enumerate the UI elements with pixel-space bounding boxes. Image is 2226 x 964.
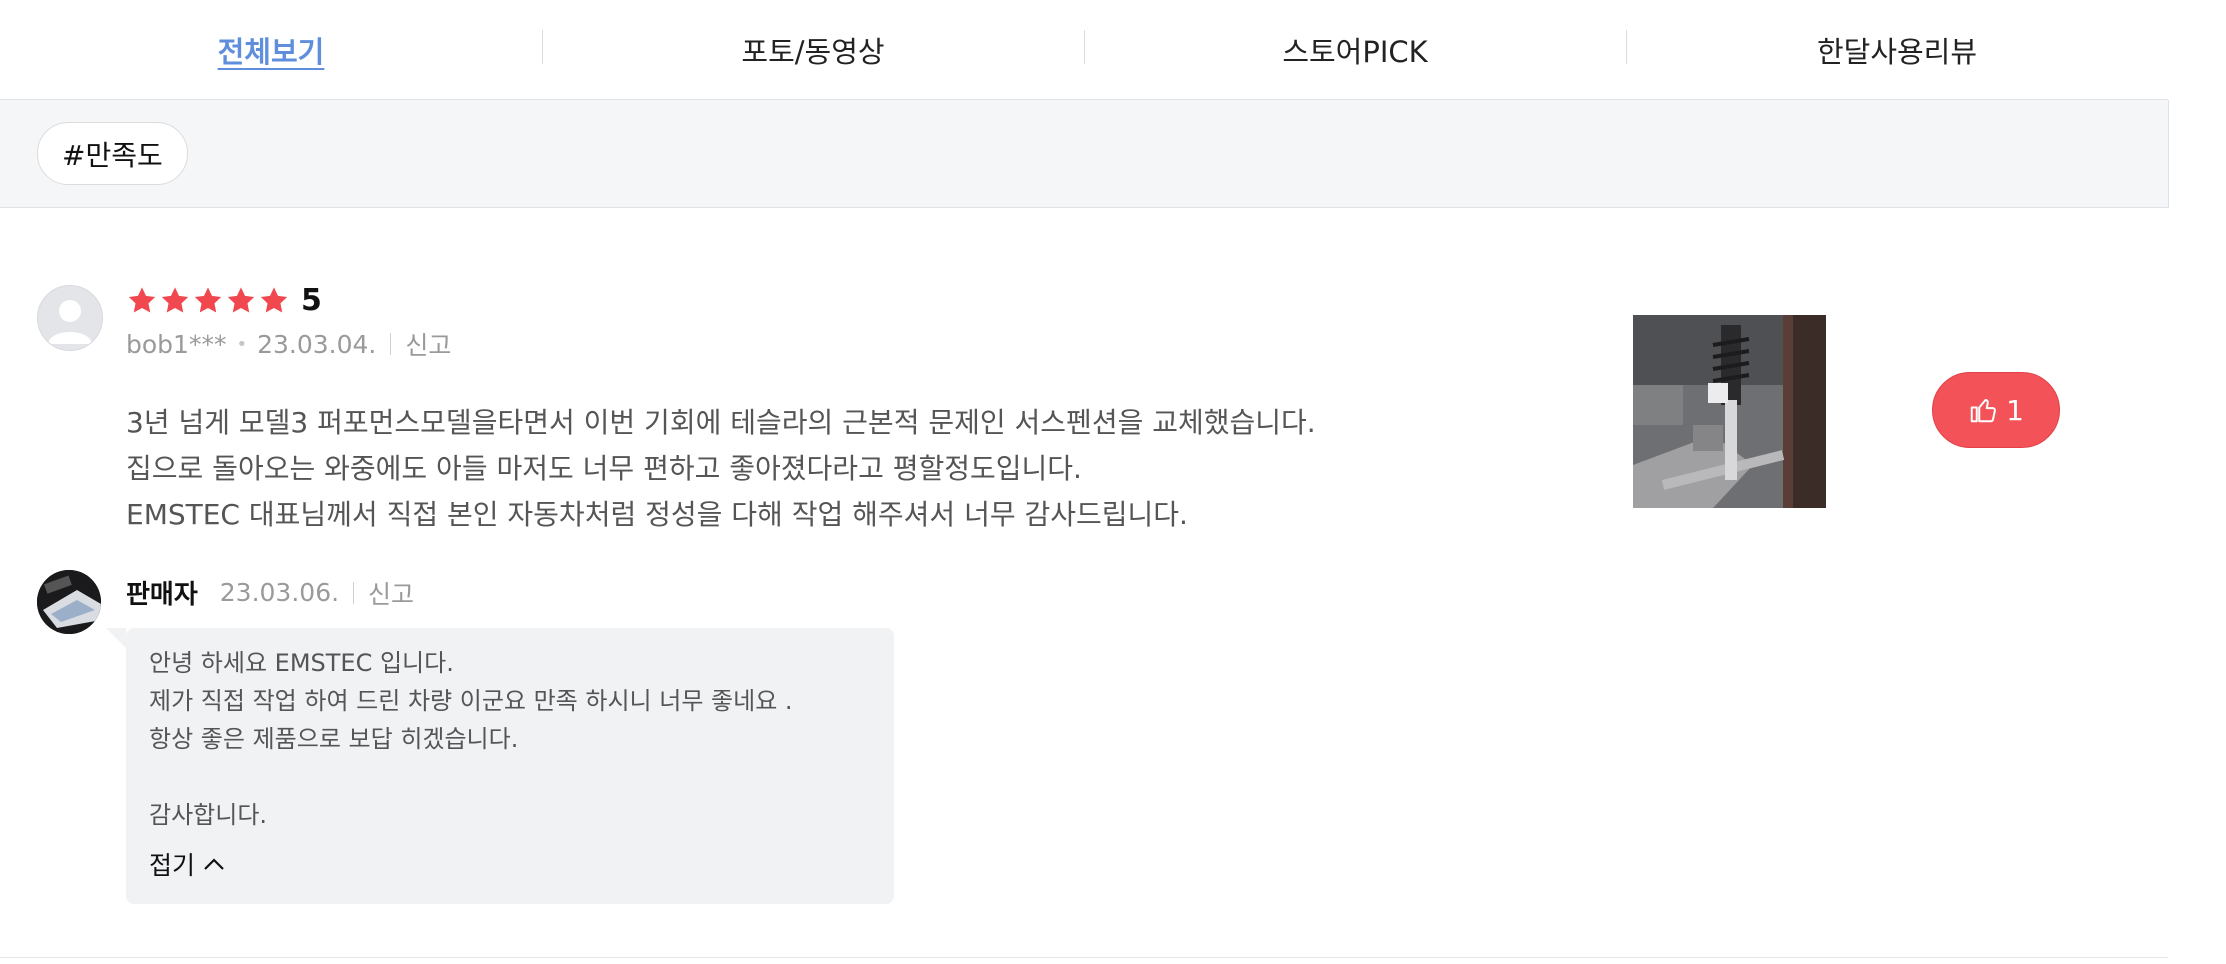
star-icon [161, 287, 189, 313]
star-icon [194, 287, 222, 313]
review-line: 집으로 돌아오는 와중에도 아들 마저도 너무 편하고 좋아졌다라고 평할정도입… [126, 452, 1082, 485]
tab-store-pick[interactable]: 스토어PICK [1084, 0, 1626, 99]
star-icon [260, 287, 288, 313]
review-author: bob1*** [126, 329, 227, 359]
review-body: 3년 넘게 모델3 퍼포먼스모델을타면서 이번 기회에 테슬라의 근본적 문제인… [126, 400, 1546, 538]
review-line: EMSTEC 대표님께서 직접 본인 자동차처럼 정성을 다해 작업 해주셔서 … [126, 498, 1188, 531]
seller-logo-image [37, 570, 101, 634]
filter-chip-satisfaction[interactable]: #만족도 [37, 122, 188, 185]
reply-line: 제가 직접 작업 하여 드린 차량 이군요 만족 하시니 너무 좋네요 . [149, 687, 793, 715]
seller-name: 판매자 [126, 580, 198, 610]
review-divider [0, 957, 2168, 958]
tab-month-review[interactable]: 한달사용리뷰 [1626, 0, 2168, 99]
fold-reply-button[interactable]: 접기 [149, 846, 225, 882]
fold-label: 접기 [149, 851, 196, 880]
rating-score: 5 [301, 283, 322, 318]
review-line: 3년 넘게 모델3 퍼포먼스모델을타면서 이번 기회에 테슬라의 근본적 문제인… [126, 406, 1316, 439]
seller-reply-date: 23.03.06. [219, 578, 340, 607]
review-photo-thumbnail[interactable] [1633, 315, 1826, 508]
seller-reply-header: 판매자 23.03.06. 신고 [126, 574, 414, 611]
meta-divider [390, 333, 392, 355]
tab-all[interactable]: 전체보기 [0, 0, 542, 99]
review-section: 전체보기 포토/동영상 스토어PICK 한달사용리뷰 #만족도 5 bob1**… [0, 0, 2169, 964]
report-reply-link[interactable]: 신고 [368, 575, 414, 611]
review-tabs: 전체보기 포토/동영상 스토어PICK 한달사용리뷰 [0, 0, 2168, 100]
tab-photo-video[interactable]: 포토/동영상 [542, 0, 1084, 99]
meta-divider [353, 581, 355, 604]
reply-line: 안녕 하세요 EMSTEC 입니다. [149, 649, 454, 677]
user-silhouette-icon [48, 300, 92, 344]
star-list [126, 285, 291, 316]
seller-avatar [37, 570, 101, 634]
star-icon [128, 287, 156, 313]
reviewer-avatar [37, 285, 103, 351]
reply-line [149, 758, 793, 796]
thumbs-up-icon [1970, 399, 1996, 423]
seller-reply-box: 안녕 하세요 EMSTEC 입니다. 제가 직접 작업 하여 드린 차량 이군요… [106, 628, 894, 904]
review-meta: bob1*** • 23.03.04. 신고 [126, 326, 451, 362]
suspension-photo [1633, 315, 1826, 508]
rating-stars: 5 [126, 283, 322, 318]
seller-reply-body: 안녕 하세요 EMSTEC 입니다. 제가 직접 작업 하여 드린 차량 이군요… [149, 644, 793, 834]
review-date: 23.03.04. [257, 329, 377, 359]
reply-line: 감사합니다. [149, 801, 268, 829]
reply-line: 항상 좋은 제품으로 보답 히겠습니다. [149, 725, 519, 753]
star-icon [227, 287, 255, 313]
meta-dot-separator: • [236, 333, 248, 355]
like-button[interactable]: 1 [1932, 372, 2060, 448]
like-count: 1 [2006, 393, 2024, 427]
report-review-link[interactable]: 신고 [405, 326, 451, 362]
filter-bar: #만족도 [0, 100, 2169, 208]
chevron-up-icon [204, 858, 224, 870]
